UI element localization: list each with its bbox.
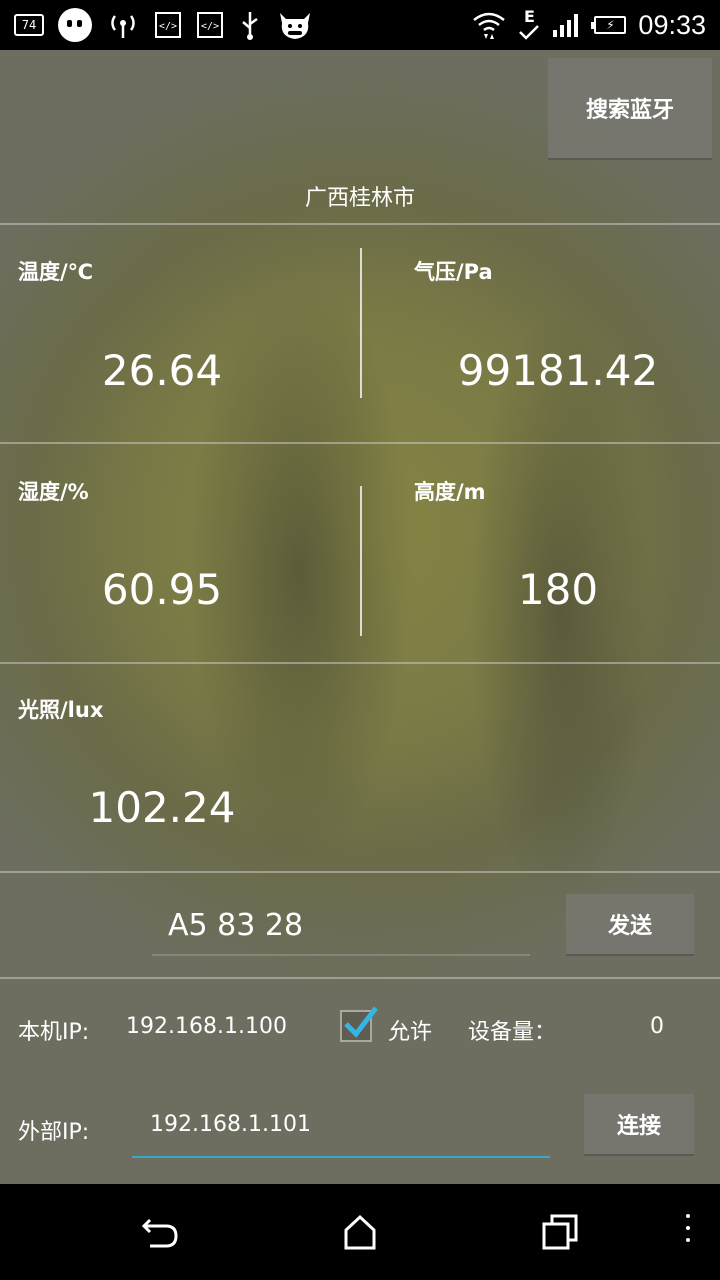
external-ip-label: 外部IP: (18, 1120, 90, 1145)
cow-icon (276, 9, 314, 41)
humidity-label: 湿度/% (18, 480, 89, 504)
recent-apps-icon[interactable] (540, 1212, 580, 1256)
connect-button[interactable]: 连接 (584, 1094, 694, 1156)
allow-checkbox[interactable] (340, 1006, 378, 1042)
pressure-label: 气压/Pa (414, 260, 493, 284)
back-icon[interactable] (140, 1212, 180, 1256)
device-count-value: 0 (650, 1014, 664, 1039)
divider-vertical (360, 486, 362, 636)
wifi-hotspot-icon (106, 11, 140, 39)
usb-icon (238, 10, 262, 40)
divider (0, 871, 720, 873)
external-ip-input[interactable]: 192.168.1.101 (132, 1100, 550, 1158)
local-ip-value: 192.168.1.100 (126, 1014, 287, 1039)
check-icon (344, 1006, 378, 1038)
divider-vertical (360, 248, 362, 398)
app-screen: 搜索蓝牙 广西桂林市 温度/℃ 26.64 气压/Pa 99181.42 湿度/… (0, 50, 720, 1184)
divider (0, 662, 720, 664)
local-ip-label: 本机IP: (18, 1020, 90, 1045)
code-icon: </> (154, 11, 182, 39)
light-value: 102.24 (88, 783, 236, 832)
divider (0, 977, 720, 979)
code-icon-2: </> (196, 11, 224, 39)
battery-charging-icon: ⚡ (591, 16, 627, 34)
notification-count-icon: 74 (14, 14, 44, 36)
altitude-label: 高度/m (414, 480, 486, 504)
divider (0, 442, 720, 444)
wifi-icon (472, 10, 506, 40)
search-bluetooth-button[interactable]: 搜索蓝牙 (548, 58, 712, 160)
svg-text:</>: </> (201, 21, 219, 32)
location-label: 广西桂林市 (304, 186, 415, 211)
home-icon[interactable] (340, 1212, 380, 1256)
temperature-value: 26.64 (101, 346, 223, 395)
cell-signal-icon (552, 12, 582, 38)
send-button[interactable]: 发送 (566, 894, 694, 956)
data-signal-icon: E (518, 9, 540, 40)
status-bar: 74 </> </> E ⚡ 09:33 (0, 0, 720, 50)
altitude-value: 180 (517, 565, 599, 614)
clock: 09:33 (638, 9, 706, 40)
send-data-input[interactable]: A5 83 28 (152, 890, 530, 956)
pressure-value: 99181.42 (457, 346, 659, 395)
app-face-icon (58, 8, 92, 42)
divider (0, 223, 720, 225)
humidity-value: 60.95 (101, 565, 223, 614)
svg-text:</>: </> (159, 21, 177, 32)
navigation-bar (0, 1184, 720, 1280)
allow-label: 允许 (388, 1020, 433, 1045)
overflow-menu-icon[interactable] (686, 1214, 692, 1250)
device-count-label: 设备量： (468, 1020, 557, 1045)
temperature-label: 温度/℃ (18, 260, 94, 284)
light-label: 光照/lux (18, 698, 104, 722)
